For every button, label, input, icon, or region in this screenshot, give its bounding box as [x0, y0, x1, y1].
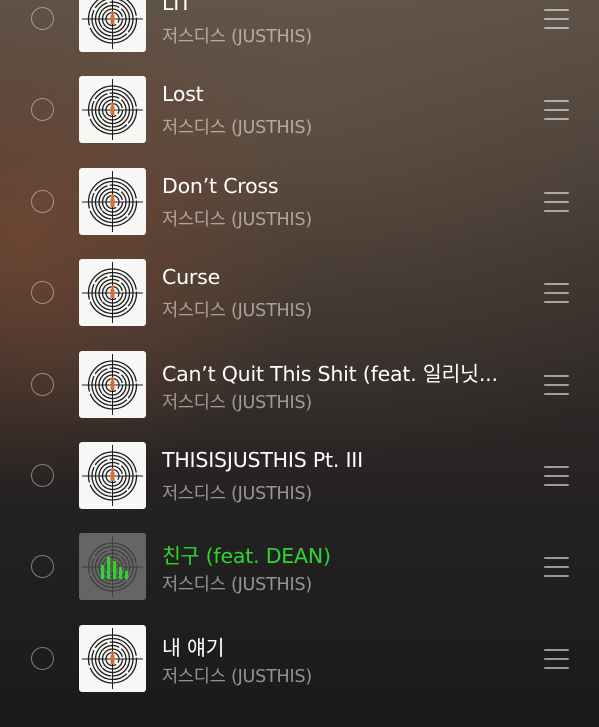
labyrinth-artwork-icon [82, 353, 143, 415]
labyrinth-artwork-icon [82, 170, 143, 232]
labyrinth-artwork-icon [82, 627, 143, 689]
track-title: LIT [162, 0, 192, 15]
track-artist: 저스디스 (JUSTHIS) [162, 209, 313, 230]
drag-handle-icon[interactable] [544, 100, 569, 121]
select-circle-icon[interactable] [31, 7, 54, 30]
track-title: 친구 (feat. DEAN) [162, 544, 331, 569]
labyrinth-artwork-icon [82, 0, 143, 49]
drag-handle-icon[interactable] [544, 648, 569, 669]
select-circle-icon[interactable] [31, 281, 54, 305]
track-artist: 저스디스 (JUSTHIS) [162, 483, 313, 504]
track-title: Can’t Quit This Shit (feat. 일리닛... [162, 361, 498, 386]
track-list: LIT 저스디스 (JUSTHIS) Lost 저스디스 (JUSTHIS) D… [0, 0, 599, 706]
track-row-now-playing[interactable]: 친구 (feat. DEAN) 저스디스 (JUSTHIS) [0, 523, 599, 614]
track-artist: 저스디스 (JUSTHIS) [162, 118, 313, 139]
track-title: Don’t Cross [162, 173, 279, 198]
album-art[interactable] [79, 167, 146, 235]
album-art[interactable] [79, 624, 146, 692]
album-art[interactable] [79, 441, 146, 509]
select-circle-icon[interactable] [31, 189, 54, 213]
drag-handle-icon[interactable] [544, 557, 569, 578]
track-row[interactable]: 내 얘기 저스디스 (JUSTHIS) [0, 615, 599, 706]
drag-handle-icon[interactable] [544, 191, 569, 212]
album-art[interactable] [79, 259, 146, 327]
labyrinth-artwork-icon [82, 262, 143, 324]
select-circle-icon[interactable] [31, 98, 54, 122]
track-artist: 저스디스 (JUSTHIS) [162, 301, 313, 322]
drag-handle-icon[interactable] [544, 374, 569, 395]
equalizer-icon [101, 557, 129, 580]
album-art[interactable] [79, 0, 146, 52]
track-title: Curse [162, 265, 221, 290]
track-row[interactable]: THISISJUSTHIS Pt. III 저스디스 (JUSTHIS) [0, 432, 599, 523]
select-circle-icon[interactable] [31, 372, 54, 396]
track-row[interactable]: LIT 저스디스 (JUSTHIS) [0, 0, 599, 66]
select-circle-icon[interactable] [31, 555, 54, 579]
drag-handle-icon[interactable] [544, 9, 569, 29]
track-artist: 저스디스 (JUSTHIS) [162, 575, 313, 596]
track-title: Lost [162, 82, 204, 107]
track-artist: 저스디스 (JUSTHIS) [162, 666, 313, 687]
select-circle-icon[interactable] [31, 463, 54, 487]
drag-handle-icon[interactable] [544, 283, 569, 304]
track-row[interactable]: Don’t Cross 저스디스 (JUSTHIS) [0, 158, 599, 249]
track-title: THISISJUSTHIS Pt. III [162, 447, 364, 472]
track-artist: 저스디스 (JUSTHIS) [162, 27, 313, 47]
drag-handle-icon[interactable] [544, 465, 569, 486]
track-row[interactable]: Lost 저스디스 (JUSTHIS) [0, 66, 599, 157]
track-row[interactable]: Can’t Quit This Shit (feat. 일리닛... 저스디스 … [0, 341, 599, 432]
track-title: 내 얘기 [162, 635, 225, 660]
track-artist: 저스디스 (JUSTHIS) [162, 392, 313, 413]
select-circle-icon[interactable] [31, 646, 54, 670]
track-row[interactable]: Curse 저스디스 (JUSTHIS) [0, 249, 599, 340]
album-art[interactable] [79, 350, 146, 418]
labyrinth-artwork-icon [82, 79, 143, 141]
album-art[interactable] [79, 533, 146, 601]
labyrinth-artwork-icon [82, 444, 143, 506]
album-art[interactable] [79, 76, 146, 144]
